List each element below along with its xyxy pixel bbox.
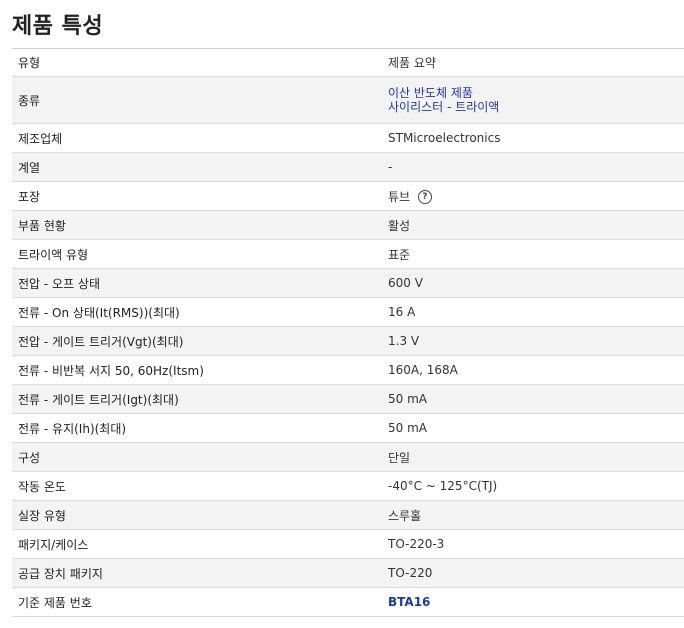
- table-row-category: 종류 이산 반도체 제품 사이리스터 - 트라이액: [12, 77, 684, 124]
- row-label: 전류 - 게이트 트리거(Igt)(최대): [18, 392, 179, 407]
- row-label: 작동 온도: [18, 479, 66, 494]
- table-row-mounting-type: 실장 유형 스루홀: [12, 501, 684, 530]
- row-value: TO-220: [388, 566, 433, 580]
- product-attributes-table: 유형 제품 요약 종류 이산 반도체 제품 사이리스터 - 트라이액 제조업체 …: [12, 48, 684, 617]
- help-circle-icon[interactable]: ?: [417, 190, 432, 204]
- row-value: 50 mA: [388, 421, 427, 435]
- row-label: 패키지/케이스: [18, 537, 89, 552]
- header-type: 유형: [18, 56, 41, 70]
- row-value: TO-220-3: [388, 537, 445, 551]
- header-summary: 제품 요약: [388, 56, 436, 70]
- row-label: 전류 - On 상태(It(RMS))(최대): [18, 305, 180, 320]
- row-value: 50 mA: [388, 392, 427, 406]
- row-value: 스루홀: [388, 508, 422, 523]
- row-label: 포장: [18, 189, 41, 204]
- row-label: 전류 - 유지(Ih)(최대): [18, 421, 127, 436]
- table-row-ih: 전류 - 유지(Ih)(최대) 50 mA: [12, 414, 684, 443]
- row-label: 전압 - 오프 상태: [18, 276, 101, 291]
- row-value: 160A, 168A: [388, 363, 458, 377]
- table-row-triac-type: 트라이액 유형 표준: [12, 240, 684, 269]
- table-row-manufacturer: 제조업체 STMicroelectronics: [12, 124, 684, 153]
- table-row-packaging: 포장 튜브 ?: [12, 182, 684, 211]
- row-label: 공급 장치 패키지: [18, 566, 103, 581]
- row-label: 부품 현황: [18, 218, 66, 233]
- row-label: 기준 제품 번호: [18, 595, 92, 610]
- category-link-discrete[interactable]: 이산 반도체 제품: [388, 86, 684, 100]
- page-title: 제품 특성: [12, 14, 104, 39]
- row-value: -: [388, 160, 393, 174]
- category-link-triac[interactable]: 사이리스터 - 트라이액: [388, 100, 684, 114]
- row-value: 튜브: [388, 189, 411, 204]
- row-value: 16 A: [388, 305, 416, 319]
- row-label: 전류 - 비반복 서지 50, 60Hz(Itsm): [18, 363, 204, 378]
- table-row-voltage-off: 전압 - 오프 상태 600 V: [12, 269, 684, 298]
- table-row-part-status: 부품 현황 활성: [12, 211, 684, 240]
- row-value: 표준: [388, 247, 411, 262]
- row-label: 트라이액 유형: [18, 247, 89, 262]
- row-value: 활성: [388, 218, 411, 233]
- table-row-itsm: 전류 - 비반복 서지 50, 60Hz(Itsm) 160A, 168A: [12, 356, 684, 385]
- row-label: 실장 유형: [18, 508, 66, 523]
- row-label: 제조업체: [18, 131, 63, 146]
- row-value: STMicroelectronics: [388, 131, 501, 145]
- table-header-row: 유형 제품 요약: [12, 49, 684, 77]
- row-value: 1.3 V: [388, 334, 420, 348]
- table-row-base-part-number: 기준 제품 번호 BTA16: [12, 588, 684, 617]
- row-label: 전압 - 게이트 트리거(Vgt)(최대): [18, 334, 184, 349]
- base-part-number-link[interactable]: BTA16: [388, 595, 684, 609]
- row-label: 종류: [18, 93, 41, 108]
- table-row-configuration: 구성 단일: [12, 443, 684, 472]
- row-value: 단일: [388, 450, 411, 465]
- table-row-current-on: 전류 - On 상태(It(RMS))(최대) 16 A: [12, 298, 684, 327]
- table-row-package-case: 패키지/케이스 TO-220-3: [12, 530, 684, 559]
- row-label: 구성: [18, 450, 41, 465]
- row-label: 계열: [18, 160, 41, 175]
- row-value: 600 V: [388, 276, 423, 290]
- table-row-series: 계열 -: [12, 153, 684, 182]
- table-row-igt: 전류 - 게이트 트리거(Igt)(최대) 50 mA: [12, 385, 684, 414]
- row-value: -40°C ~ 125°C(TJ): [388, 479, 498, 493]
- table-row-operating-temp: 작동 온도 -40°C ~ 125°C(TJ): [12, 472, 684, 501]
- table-row-vgt: 전압 - 게이트 트리거(Vgt)(최대) 1.3 V: [12, 327, 684, 356]
- table-row-supplier-package: 공급 장치 패키지 TO-220: [12, 559, 684, 588]
